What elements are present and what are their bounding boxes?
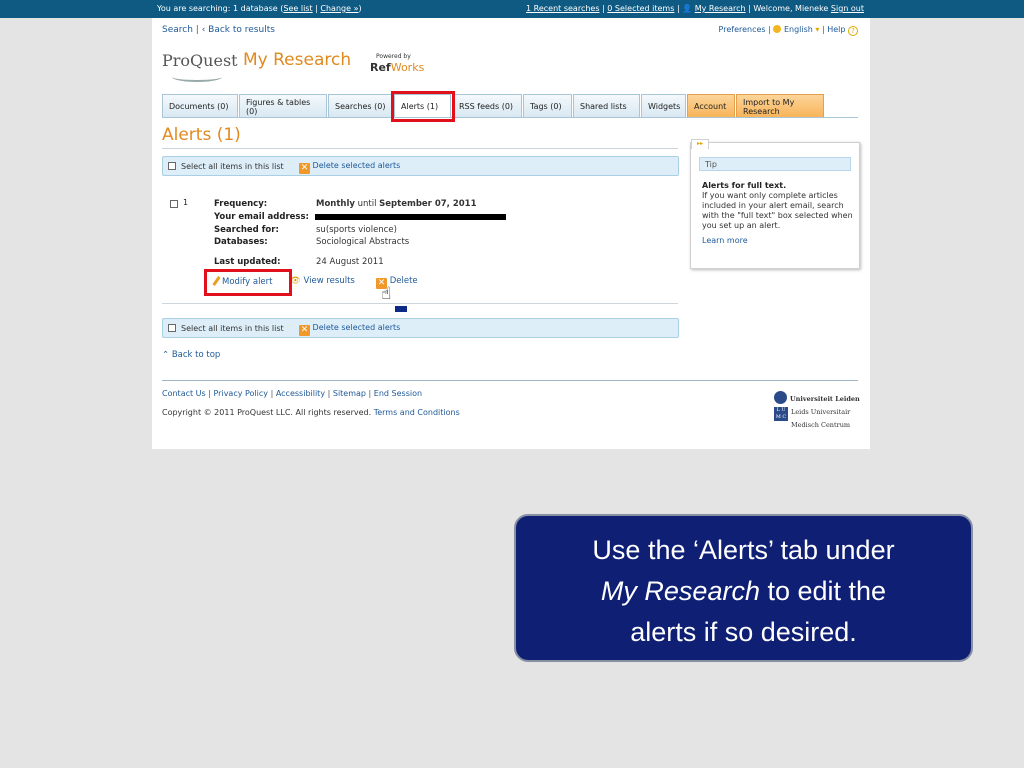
globe-icon [773,25,782,33]
tab-rss-feeds[interactable]: RSS feeds (0) [452,94,522,118]
searching-info: You are searching: 1 database (See list … [157,4,362,13]
chevron-up-icon: ⌃ [162,350,170,360]
search-link[interactable]: Search [162,25,193,35]
proquest-logo[interactable]: ProQuest [162,51,238,70]
tab-figures-tables[interactable]: Figures & tables (0) [239,94,327,118]
footer-links: Contact Us | Privacy Policy | Accessibil… [162,389,423,398]
title-divider [162,148,678,149]
help-icon[interactable]: ? [848,26,858,36]
alert-checkbox[interactable] [170,200,178,208]
change-link[interactable]: Change » [320,4,358,13]
callout-line3: alerts if so desired. [630,617,857,647]
tab-widgets[interactable]: Widgets [641,94,686,118]
alerts-tab-highlight [391,91,455,122]
tip-heading: Tip [699,157,851,171]
top-status-bar: You are searching: 1 database (See list … [0,0,1024,18]
searched-for-label: Searched for: [214,225,279,235]
delete-selected-alerts-button-bottom[interactable]: ✕ Delete selected alerts [299,323,400,336]
cursor-shadow [395,306,407,312]
back-to-results-link[interactable]: ‹ Back to results [202,25,275,35]
refworks-logo: RefWorks [370,61,425,74]
contact-us-link[interactable]: Contact Us [162,389,206,398]
my-research-heading: My Research [243,50,352,70]
tab-underline [162,117,858,118]
sign-out-link[interactable]: Sign out [831,4,864,13]
chevron-down-icon: ▾ [812,25,820,34]
tip-text: If you want only complete articles inclu… [702,191,853,230]
leiden-seal-icon [774,391,787,404]
see-list-link[interactable]: See list [283,4,312,13]
email-label: Your email address: [214,212,309,222]
tip-title: Alerts for full text. [702,181,787,190]
universiteit-leiden-label: Universiteit Leiden [790,395,860,403]
select-all-checkbox[interactable] [168,162,176,170]
last-updated-value: 24 August 2011 [316,257,384,267]
tab-documents[interactable]: Documents (0) [162,94,238,118]
modify-alert-highlight [204,269,292,296]
databases-value: Sociological Abstracts [316,237,410,247]
delete-x-icon: ✕ [299,163,310,174]
preferences-link[interactable]: Preferences [719,25,766,34]
tip-body: Alerts for full text. If you want only c… [702,181,856,246]
page-title: Alerts (1) [162,125,241,145]
databases-label: Databases: [214,237,268,247]
breadcrumb: Search | ‹ Back to results [162,25,275,35]
sitemap-link[interactable]: Sitemap [333,389,366,398]
institution-logos: Universiteit Leiden L UM CLeids Universi… [774,391,860,430]
select-bar-top: Select all items in this list ✕ Delete s… [162,156,679,176]
select-bar-bottom: Select all items in this list ✕ Delete s… [162,318,679,338]
tab-tags[interactable]: Tags (0) [523,94,572,118]
frequency-value: Monthly until September 07, 2011 [316,199,477,209]
powered-by-label: Powered by [376,53,411,60]
welcome-text: Welcome, Mieneke [753,4,829,13]
delete-x-icon: ✕ [299,325,310,336]
selected-items-link[interactable]: 0 Selected items [607,4,674,13]
callout-line2: My Research to edit the [600,576,887,606]
instruction-callout: Use the ‘Alerts’ tab under My Research t… [514,514,973,662]
frequency-label: Frequency: [214,199,268,209]
tab-shared-lists[interactable]: Shared lists [573,94,640,118]
collapse-arrows-icon[interactable]: ▸▸ [691,139,709,149]
delete-selected-alerts-button[interactable]: ✕ Delete selected alerts [299,161,400,174]
language-select[interactable]: English [784,25,813,34]
help-link[interactable]: Help [827,25,845,34]
end-session-link[interactable]: End Session [374,389,422,398]
terms-link[interactable]: Terms and Conditions [374,408,460,417]
callout-line1: Use the ‘Alerts’ tab under [592,535,895,565]
privacy-policy-link[interactable]: Privacy Policy [214,389,269,398]
hand-cursor-icon: ☝ [381,284,392,304]
searched-for-value: su(sports violence) [316,225,397,235]
user-icon: 👤 [682,4,693,13]
learn-more-link[interactable]: Learn more [702,236,748,246]
tab-account[interactable]: Account [687,94,735,118]
utility-nav: Preferences | English ▾ | Help ? [719,25,858,36]
top-right-links: 1 Recent searches | 0 Selected items | 👤… [526,4,864,13]
view-results-link[interactable]: 👁 View results [290,276,355,286]
lumc-logo-icon: L UM C [774,407,788,421]
select-all-label: Select all items in this list [181,162,284,171]
alert-divider [162,303,678,304]
copyright-line: Copyright © 2011 ProQuest LLC. All right… [162,408,460,417]
select-all-label-bottom: Select all items in this list [181,324,284,333]
footer-divider [162,380,858,381]
proquest-page: Search | ‹ Back to results Preferences |… [152,18,870,449]
recent-searches-link[interactable]: 1 Recent searches [526,4,600,13]
back-to-top-link[interactable]: ⌃ Back to top [162,350,220,360]
my-research-link[interactable]: My Research [695,4,746,13]
tip-panel: ▸▸ Tip Alerts for full text. If you want… [690,139,860,269]
tab-import[interactable]: Import to My Research [736,94,824,118]
last-updated-label: Last updated: [214,257,281,267]
tab-searches[interactable]: Searches (0) [328,94,393,118]
select-all-checkbox-bottom[interactable] [168,324,176,332]
redacted-email [315,214,506,220]
logo-swoosh [172,72,222,82]
accessibility-link[interactable]: Accessibility [276,389,325,398]
alert-number: 1 [183,198,189,207]
